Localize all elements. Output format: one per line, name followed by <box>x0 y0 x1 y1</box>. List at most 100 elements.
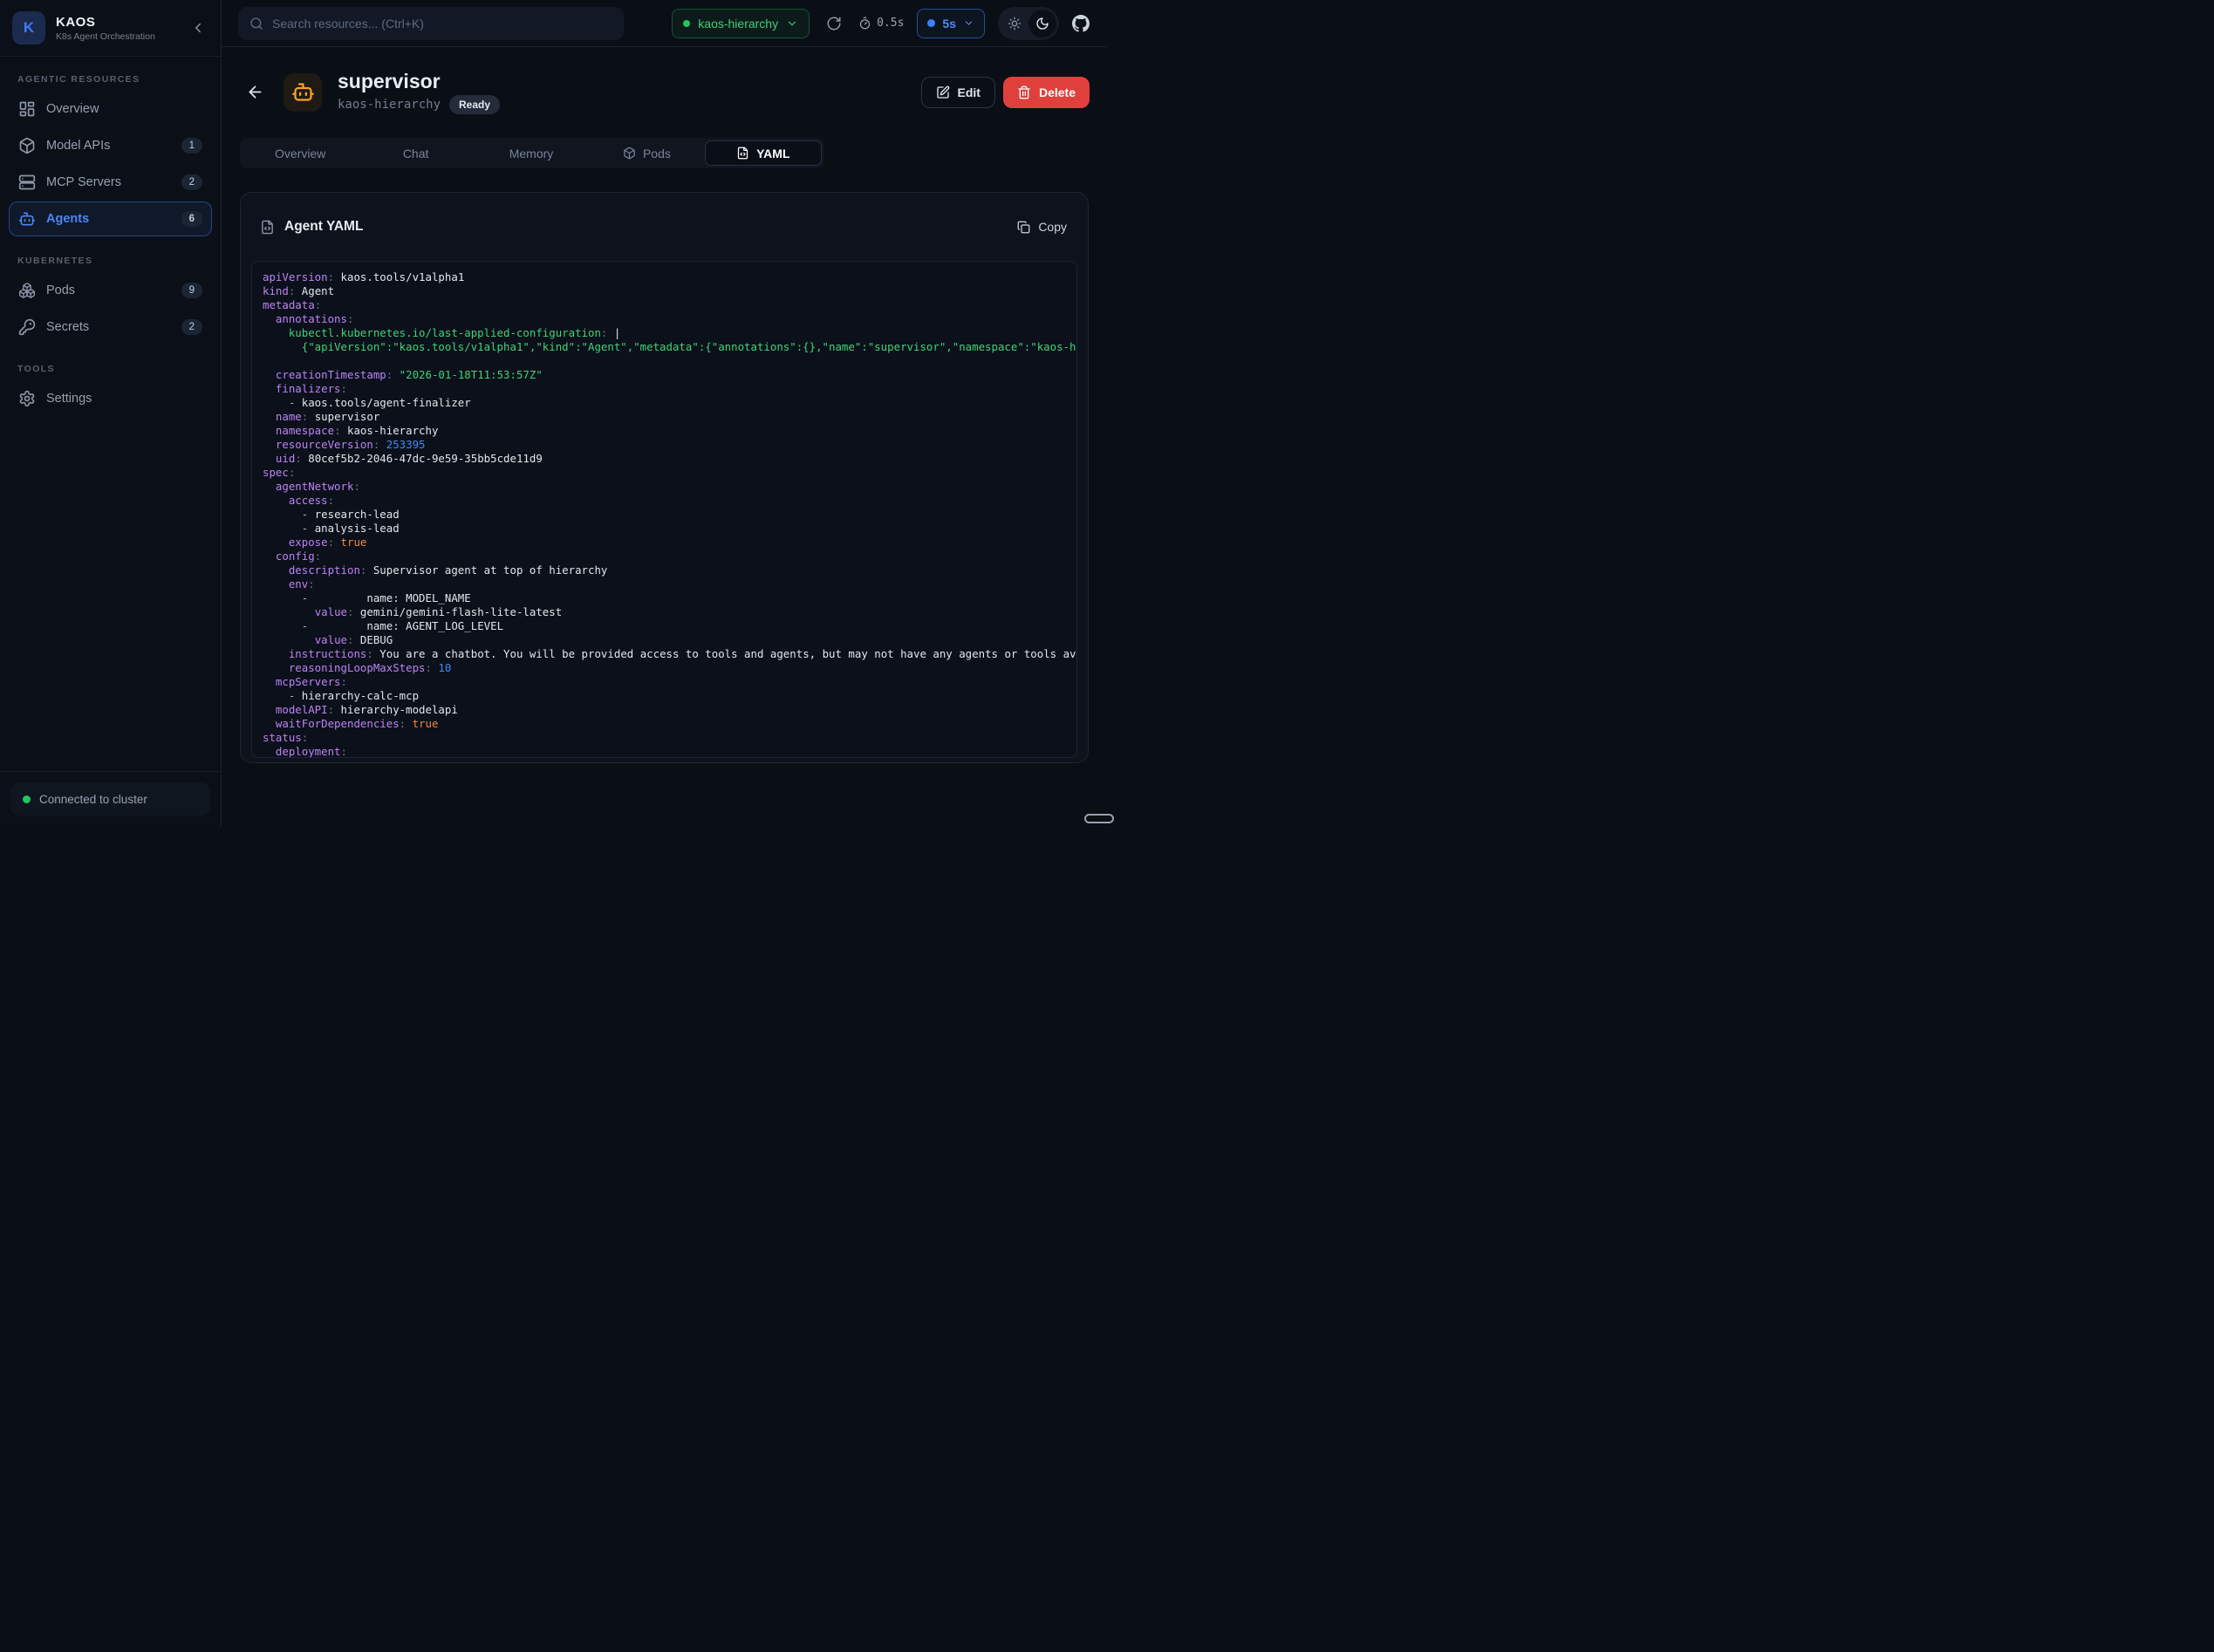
gear-icon <box>18 390 36 407</box>
page-content: supervisor kaos-hierarchy Ready Edit <box>222 47 1107 826</box>
agent-header: supervisor kaos-hierarchy Ready Edit <box>240 70 1090 114</box>
search-input[interactable] <box>272 17 612 31</box>
sidebar-item-label: Overview <box>46 102 202 116</box>
count-badge: 1 <box>181 138 202 154</box>
github-icon <box>1072 15 1090 32</box>
sidebar-nav: AGENTIC RESOURCES Overview Model APIs 1 … <box>0 57 221 771</box>
horizontal-scrollbar-thumb[interactable] <box>1084 814 1114 823</box>
chevron-left-icon <box>190 20 206 36</box>
refresh-interval-selector[interactable]: 5s <box>917 9 985 38</box>
agent-namespace: kaos-hierarchy <box>338 98 441 112</box>
robot-icon <box>291 80 315 104</box>
app-title: KAOS <box>56 15 177 30</box>
refresh-button[interactable] <box>823 12 845 35</box>
tab-memory[interactable]: Memory <box>474 140 589 166</box>
namespace-value: kaos-hierarchy <box>698 17 778 31</box>
count-badge: 6 <box>181 211 202 227</box>
chevron-down-icon <box>963 17 974 29</box>
sidebar-header: K KAOS K8s Agent Orchestration <box>0 0 221 57</box>
topbar-controls: kaos-hierarchy 0.5s 5s <box>672 7 1090 40</box>
sidebar-item-pods[interactable]: Pods 9 <box>9 273 212 308</box>
search-icon <box>249 17 263 31</box>
sidebar-item-agents[interactable]: Agents 6 <box>9 201 212 236</box>
tab-label: Chat <box>403 147 429 160</box>
dark-mode-button[interactable] <box>1028 10 1056 38</box>
dashboard-icon <box>18 100 36 118</box>
count-badge: 9 <box>181 283 202 298</box>
copy-button[interactable]: Copy <box>1017 220 1067 234</box>
refresh-duration-value: 0.5s <box>877 17 904 30</box>
arrow-left-icon <box>246 83 264 101</box>
agent-actions: Edit Delete <box>921 77 1090 108</box>
namespace-status-dot-icon <box>683 20 690 27</box>
tab-label: YAML <box>756 147 789 160</box>
package-icon <box>623 147 636 160</box>
tab-chat[interactable]: Chat <box>358 140 473 166</box>
agent-tabs: Overview Chat Memory Pods YAML <box>240 138 824 168</box>
sidebar-item-mcp-servers[interactable]: MCP Servers 2 <box>9 165 212 200</box>
theme-toggle <box>998 7 1059 40</box>
cluster-status-label: Connected to cluster <box>39 793 147 806</box>
section-label-agentic: AGENTIC RESOURCES <box>17 74 203 85</box>
topbar: kaos-hierarchy 0.5s 5s <box>222 0 1107 47</box>
file-code-icon <box>736 147 749 160</box>
search-bar[interactable] <box>238 7 624 40</box>
stopwatch-icon <box>858 17 871 30</box>
key-icon <box>18 318 36 336</box>
back-button[interactable] <box>242 79 268 106</box>
trash-icon <box>1017 85 1031 99</box>
yaml-code[interactable]: apiVersion: kaos.tools/v1alpha1kind: Age… <box>251 261 1077 758</box>
edit-button-label: Edit <box>958 85 981 99</box>
agent-avatar <box>284 73 322 112</box>
tab-pods[interactable]: Pods <box>589 140 704 166</box>
yaml-card-title-label: Agent YAML <box>284 219 363 235</box>
cluster-status: Connected to cluster <box>10 782 210 816</box>
sun-icon <box>1008 17 1022 31</box>
sidebar: K KAOS K8s Agent Orchestration AGENTIC R… <box>0 0 222 826</box>
interval-value: 5s <box>942 17 956 31</box>
interval-dot-icon <box>927 19 935 27</box>
namespace-selector[interactable]: kaos-hierarchy <box>672 9 810 38</box>
light-mode-button[interactable] <box>1001 10 1028 38</box>
refresh-icon <box>826 16 842 31</box>
file-code-icon <box>260 220 275 235</box>
main-area: kaos-hierarchy 0.5s 5s <box>222 0 1107 826</box>
yaml-card-header: Agent YAML Copy <box>241 193 1088 261</box>
edit-button[interactable]: Edit <box>921 77 995 108</box>
pencil-icon <box>936 85 950 99</box>
robot-icon <box>18 210 36 228</box>
refresh-duration: 0.5s <box>858 17 904 30</box>
app-subtitle: K8s Agent Orchestration <box>56 31 177 42</box>
moon-icon <box>1035 17 1049 31</box>
tab-yaml[interactable]: YAML <box>705 140 822 166</box>
sidebar-item-label: MCP Servers <box>46 175 171 189</box>
delete-button[interactable]: Delete <box>1003 77 1090 108</box>
section-label-tools: TOOLS <box>17 364 203 374</box>
sidebar-collapse-button[interactable] <box>188 17 208 38</box>
sidebar-item-secrets[interactable]: Secrets 2 <box>9 310 212 345</box>
delete-button-label: Delete <box>1039 85 1076 99</box>
sidebar-item-overview[interactable]: Overview <box>9 92 212 126</box>
page-title: supervisor <box>338 70 500 92</box>
tab-overview[interactable]: Overview <box>243 140 358 166</box>
status-badge: Ready <box>449 95 500 114</box>
section-label-kubernetes: KUBERNETES <box>17 256 203 266</box>
chevron-down-icon <box>786 17 798 30</box>
count-badge: 2 <box>181 319 202 335</box>
sidebar-item-label: Model APIs <box>46 139 171 153</box>
yaml-card: Agent YAML Copy apiVersion: kaos.tools/v… <box>240 192 1089 763</box>
sidebar-item-label: Secrets <box>46 320 171 334</box>
github-link[interactable] <box>1072 15 1090 32</box>
sidebar-item-settings[interactable]: Settings <box>9 381 212 416</box>
copy-icon <box>1017 221 1030 234</box>
status-dot-icon <box>23 795 31 803</box>
tab-label: Pods <box>643 147 671 160</box>
sidebar-item-label: Settings <box>46 392 202 406</box>
count-badge: 2 <box>181 174 202 190</box>
app-logo: K <box>12 11 45 44</box>
copy-button-label: Copy <box>1038 220 1067 234</box>
tab-label: Memory <box>509 147 554 160</box>
sidebar-item-model-apis[interactable]: Model APIs 1 <box>9 128 212 163</box>
boxes-icon <box>18 282 36 299</box>
sidebar-item-label: Pods <box>46 283 171 297</box>
